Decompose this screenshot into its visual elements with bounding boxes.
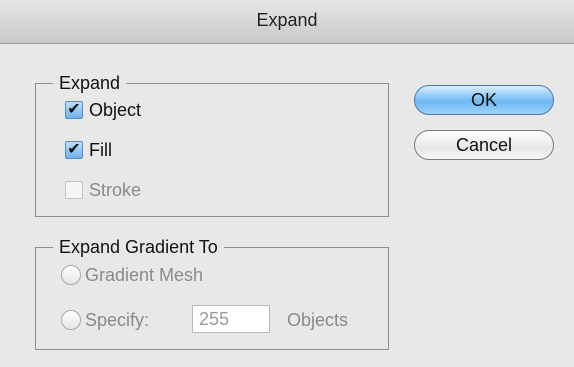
stroke-checkbox-row[interactable]: Stroke	[65, 177, 141, 203]
title-bar[interactable]: Expand	[0, 0, 574, 44]
dialog-title: Expand	[256, 10, 318, 30]
gradient-mesh-label: Gradient Mesh	[85, 264, 204, 285]
expand-group-legend: Expand	[53, 73, 127, 93]
object-label: Object	[89, 99, 142, 120]
gradient-group-legend: Expand Gradient To	[53, 237, 224, 257]
stroke-checkbox[interactable]	[65, 181, 83, 199]
fill-label: Fill	[89, 139, 112, 160]
objects-units-label-row: Objects	[287, 307, 348, 333]
specify-objects-input[interactable]: 255	[192, 305, 270, 333]
checkmark-icon: ✔	[67, 140, 81, 158]
object-checkbox[interactable]: ✔	[65, 101, 83, 119]
gradient-mesh-radio[interactable]	[61, 265, 81, 285]
specify-label: Specify:	[85, 309, 150, 330]
objects-units-label: Objects	[287, 309, 349, 330]
specify-radio[interactable]	[61, 310, 81, 330]
fill-checkbox[interactable]: ✔	[65, 141, 83, 159]
object-checkbox-row[interactable]: ✔ Object	[65, 97, 141, 123]
stroke-label: Stroke	[89, 179, 142, 200]
fill-checkbox-row[interactable]: ✔ Fill	[65, 137, 112, 163]
cancel-button[interactable]: Cancel	[414, 130, 554, 160]
expand-dialog: Expand Expand ✔ Object ✔ Fill Stroke Exp…	[0, 0, 574, 367]
ok-button[interactable]: OK	[414, 85, 554, 115]
checkmark-icon: ✔	[67, 100, 81, 118]
specify-radio-row[interactable]: Specify:	[61, 307, 149, 333]
gradient-mesh-radio-row[interactable]: Gradient Mesh	[61, 262, 203, 288]
